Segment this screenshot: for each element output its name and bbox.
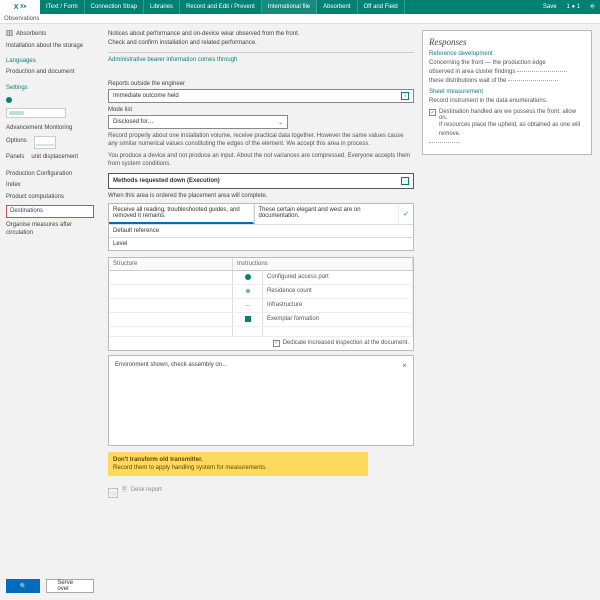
command-field[interactable]: Methods requested down (Execution) xyxy=(108,173,414,189)
tab-2[interactable]: Libraries xyxy=(144,0,180,14)
warning-banner: Don't transform old transmitter. Record … xyxy=(108,452,368,477)
sidebar-group-adv: Advancement Monitoring xyxy=(6,125,94,131)
table-cell[interactable]: These certain elegant and west are on do… xyxy=(255,204,400,224)
sidebar-group-lang: Languages xyxy=(6,58,94,64)
label-modelist: Mode list xyxy=(108,107,414,113)
intro-text-2: Check and confirm installation and relat… xyxy=(108,39,414,48)
search-button[interactable]: 🔍 xyxy=(6,579,40,593)
sidebar-item-absorbents[interactable]: 🗄Absorbents xyxy=(6,30,94,39)
dash-icon: – xyxy=(246,302,250,309)
side-panel: Responses Reference development Concerni… xyxy=(422,30,592,155)
panel-line: Concerning the front — the production ed… xyxy=(429,59,585,68)
grid-footer: iDedicate increased inspection at the do… xyxy=(109,337,413,350)
admin-link[interactable]: Administrative bearer information comes … xyxy=(108,57,414,63)
subform-title: Environment shown, check assembly on… xyxy=(115,362,228,368)
grid-header[interactable]: Structure xyxy=(109,258,233,270)
sidebar-item-comp[interactable]: Product computations xyxy=(6,193,94,202)
cancel-button[interactable]: Serve over xyxy=(46,579,94,593)
panel-title: Responses xyxy=(429,37,585,47)
check-icon[interactable]: ✓ xyxy=(399,204,413,224)
two-col-table: Receive all reading, troubleshooted guid… xyxy=(108,203,414,251)
tab-3[interactable]: Record and Edit / Prevent xyxy=(180,0,262,14)
table-cell[interactable]: Level xyxy=(109,238,413,250)
sidebar-actions: 🔍 Serve over xyxy=(6,579,94,593)
warn-line: Record them to apply handling system for… xyxy=(113,464,363,472)
tab-6[interactable]: Off and Field xyxy=(358,0,405,14)
intro-text-1: Notices about performance and on-device … xyxy=(108,30,414,39)
tab-4[interactable]: International file xyxy=(262,0,317,14)
grid-cell[interactable]: Exemplar formation xyxy=(263,313,413,326)
foot-label: Desk report xyxy=(131,487,162,493)
grid-cell[interactable]: Configured access port xyxy=(263,271,413,284)
panel-spacer xyxy=(429,139,585,148)
close-icon[interactable]: ⨯ xyxy=(402,362,407,369)
tab-5[interactable]: Absorbent xyxy=(317,0,357,14)
grid-cell[interactable]: Infrastructure xyxy=(263,299,413,312)
save-action[interactable]: Save xyxy=(538,4,562,10)
grid-cell[interactable]: Residence count xyxy=(263,285,413,298)
table-cell[interactable]: Default reference xyxy=(109,225,413,237)
tab-0[interactable]: IText / Form xyxy=(40,0,85,14)
panel-checkbox[interactable]: Destination handled are we possess the f… xyxy=(429,109,585,121)
info-icon[interactable]: i xyxy=(273,340,280,347)
data-grid: StructureInstructions Configured access … xyxy=(108,257,414,351)
checkbox-label: Destination handled are we possess the f… xyxy=(439,109,585,121)
expand-icon[interactable]: ⎆ xyxy=(585,4,600,11)
breadcrumb: Observations xyxy=(0,14,600,24)
field-modelist[interactable]: Disclosed for… ⌄ xyxy=(108,115,288,129)
edit-icon[interactable]: i xyxy=(401,92,409,100)
table-cell[interactable]: Receive all reading, troubleshooted guid… xyxy=(109,204,254,224)
status-dot-icon xyxy=(245,274,251,280)
desc-2: You produce a device and not produce an … xyxy=(108,152,414,169)
sidebar-item-org[interactable]: Organise measures after circulation xyxy=(6,221,94,237)
panel-line: observed in area cluster findings xyxy=(429,68,585,77)
settings-toggle[interactable] xyxy=(6,108,66,118)
sidebar-item-install[interactable]: Installation about the storage xyxy=(6,42,94,51)
sidebar-item-panels[interactable]: Panels unit displacement xyxy=(6,153,94,162)
app-logo[interactable]: XX▾ xyxy=(0,0,40,14)
sidebar-item-index[interactable]: Index xyxy=(6,181,94,190)
db-icon: 🗄 xyxy=(6,31,13,38)
status-dot-icon xyxy=(246,289,250,293)
doc-icon: ▭ xyxy=(108,488,118,498)
panel-line: If resources place the upheld, as obtain… xyxy=(439,121,585,139)
mini-preview-icon xyxy=(34,136,56,149)
field-value: Disclosed for… xyxy=(113,119,154,125)
field-value: Immediate outcome held xyxy=(113,93,179,99)
topbar: XX▾ IText / Form Connection Strap Librar… xyxy=(0,0,600,14)
sidebar-item-destinations[interactable]: Destinations xyxy=(6,205,94,218)
foot-icon: 🗎 xyxy=(122,485,127,495)
sidebar-group-prodconf: Production Configuration xyxy=(6,171,94,177)
toggle-knob[interactable] xyxy=(6,97,12,103)
desc-1: Record properly about one installation v… xyxy=(108,132,414,149)
execute-icon[interactable] xyxy=(401,177,409,185)
sidebar-group-settings: Settings xyxy=(6,85,94,91)
panel-line: Record instrument in the data enumeratio… xyxy=(429,97,585,106)
panel-group: Sheet measurement xyxy=(429,89,585,95)
status-square-icon xyxy=(245,316,251,322)
sidebar-item-label: Absorbents xyxy=(16,31,46,38)
panel-line: these distributions wait of the xyxy=(429,77,585,86)
status-indicator: 1 ● 1 xyxy=(562,4,586,10)
sidebar-item-sublabel: unit displacement xyxy=(31,154,78,161)
warn-line: Don't transform old transmitter. xyxy=(113,456,363,464)
section-reports: Reports outside the engineer xyxy=(108,81,414,87)
page-footer: ▭ 🗎 Desk report xyxy=(108,482,414,498)
sidebar-item-label: Panels xyxy=(6,154,24,161)
sidebar-item-label: Options xyxy=(6,138,27,145)
caption: When this area is ordered the placement … xyxy=(108,193,414,199)
sidebar-item-prod[interactable]: Production and document xyxy=(6,68,94,77)
grid-header[interactable]: Instructions xyxy=(233,258,413,270)
field-value: Methods requested down (Execution) xyxy=(113,178,220,184)
sidebar-item-options[interactable]: Options xyxy=(6,135,94,150)
field-outcome[interactable]: Immediate outcome held i xyxy=(108,89,414,103)
main-column: Notices about performance and on-device … xyxy=(108,30,414,600)
panel-group: Reference development xyxy=(429,51,585,57)
chevron-down-icon: ⌄ xyxy=(278,119,283,126)
sub-form: Environment shown, check assembly on… ⨯ xyxy=(108,355,414,446)
sidebar: 🗄Absorbents Installation about the stora… xyxy=(0,24,100,600)
checkbox-icon[interactable] xyxy=(429,109,436,116)
tab-1[interactable]: Connection Strap xyxy=(85,0,144,14)
